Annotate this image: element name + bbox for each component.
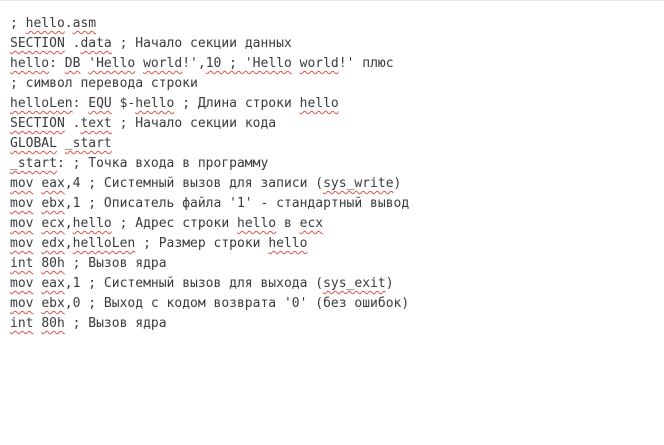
code-text: ; символ перевода строки [10, 76, 198, 91]
spellcheck-flagged-word: eax [41, 176, 65, 191]
spellcheck-flagged-word: asm [72, 16, 97, 31]
code-text: : [72, 96, 89, 111]
spellcheck-flagged-word: world [143, 56, 183, 71]
code-text: ) [393, 176, 402, 191]
code-line[interactable]: helloLen: EQU $-hello ; Длина строки hel… [10, 94, 409, 114]
spellcheck-flagged-word: data [80, 36, 112, 51]
spellcheck-flagged-word: 80h [41, 256, 65, 271]
code-text: ) [385, 276, 394, 291]
code-text: ,4 ; Системный вызов для записи ( [64, 176, 324, 191]
code-text: ; Вызов ядра [64, 256, 167, 271]
spellcheck-flagged-word: world [299, 56, 339, 71]
code-area[interactable]: ; hello.asm SECTION .data ; Начало секции… [10, 14, 409, 334]
spellcheck-flagged-word: ebx [41, 296, 65, 311]
spellcheck-flagged-word: mov [10, 236, 34, 251]
code-text: . [64, 36, 81, 51]
code-text: ; Вызов ядра [64, 316, 167, 331]
spellcheck-flagged-word: edx [41, 236, 65, 251]
code-text: ,1 ; Описатель файла '1' - стандартный в… [64, 196, 410, 211]
code-text: ; Длина строки [174, 96, 300, 111]
spellcheck-flagged-word: ebx [41, 196, 65, 211]
code-text: , [64, 236, 73, 251]
spellcheck-flagged-word: hello [299, 96, 339, 111]
spellcheck-flagged-word: int [10, 256, 34, 271]
spellcheck-flagged-word: hello [10, 56, 50, 71]
text-editor[interactable]: ; hello.asm SECTION .data ; Начало секции… [0, 0, 664, 445]
code-line[interactable]: SECTION .text ; Начало секции кода [10, 114, 409, 134]
spellcheck-flagged-word: mov [10, 296, 34, 311]
spellcheck-flagged-word: ecx [299, 216, 324, 231]
code-text: в [276, 216, 300, 231]
spellcheck-flagged-word: SECTION [10, 36, 65, 51]
spellcheck-flagged-word: text [80, 116, 112, 131]
code-text: : ; Точка входа в программу [56, 156, 269, 171]
code-line[interactable]: mov eax,4 ; Системный вызов для записи (… [10, 174, 409, 194]
code-text: . [64, 16, 73, 31]
code-line[interactable]: ; символ перевода строки [10, 74, 409, 94]
spellcheck-flagged-word: hello [268, 236, 308, 251]
spellcheck-flagged-word: mov [10, 196, 34, 211]
spellcheck-flagged-word: DB [64, 56, 81, 71]
code-text: ,0 ; Выход с кодом возврата '0' (без оши… [64, 296, 410, 311]
code-text: !', [182, 56, 206, 71]
code-line[interactable]: int 80h ; Вызов ядра [10, 254, 409, 274]
spellcheck-flagged-word: mov [10, 276, 34, 291]
code-text: $- [111, 96, 136, 111]
code-line[interactable]: int 80h ; Вызов ядра [10, 314, 409, 334]
code-text: ; Размер строки [135, 236, 269, 251]
code-line[interactable]: mov edx,helloLen ; Размер строки hello [10, 234, 409, 254]
spellcheck-flagged-word: sys_exit [323, 276, 386, 291]
code-text: : [49, 56, 65, 71]
spellcheck-flagged-word: 80h [41, 316, 65, 331]
code-text: ; Адрес строки [111, 216, 237, 231]
spellcheck-flagged-word: helloLen [10, 96, 73, 111]
code-line[interactable]: GLOBAL _start [10, 134, 409, 154]
code-text: ; [10, 16, 26, 31]
code-line[interactable]: _start: ; Точка входа в программу [10, 154, 409, 174]
code-line[interactable]: mov eax,1 ; Системный вызов для выхода (… [10, 274, 409, 294]
code-line[interactable]: mov ebx,1 ; Описатель файла '1' - станда… [10, 194, 409, 214]
code-line[interactable]: SECTION .data ; Начало секции данных [10, 34, 409, 54]
spellcheck-flagged-word: eax [41, 276, 65, 291]
code-line[interactable]: mov ecx,hello ; Адрес строки hello в ecx [10, 214, 409, 234]
spellcheck-flagged-word: mov [10, 216, 34, 231]
spellcheck-flagged-word: hello [25, 16, 65, 31]
code-text: , [64, 216, 73, 231]
code-text: . [64, 116, 81, 131]
spellcheck-flagged-word: hello [237, 216, 277, 231]
spellcheck-flagged-word: 'Hello [88, 56, 136, 71]
spellcheck-flagged-word: int [10, 316, 34, 331]
spellcheck-flagged-word: ecx [41, 216, 65, 231]
code-text: ; Начало секции кода [111, 116, 277, 131]
code-line[interactable]: hello: DB 'Hello world!',10 ; 'Hello wor… [10, 54, 409, 74]
code-text: !' плюс [338, 56, 394, 71]
code-text: ; Начало секции данных [111, 36, 292, 51]
spellcheck-flagged-word: mov [10, 176, 34, 191]
spellcheck-flagged-word: sys_write [323, 176, 394, 191]
spellcheck-flagged-word: _start [10, 156, 57, 171]
code-line[interactable]: mov ebx,0 ; Выход с кодом возврата '0' (… [10, 294, 409, 314]
spellcheck-flagged-word: hello [72, 216, 112, 231]
code-line[interactable]: ; hello.asm [10, 14, 409, 34]
spellcheck-flagged-word: helloLen [72, 236, 136, 251]
spellcheck-flagged-word: hello [135, 96, 175, 111]
spellcheck-flagged-word: _start [64, 136, 112, 151]
code-text: ,1 ; Системный вызов для выхода ( [64, 276, 324, 291]
spellcheck-flagged-word: SECTION [10, 116, 65, 131]
spellcheck-flagged-word: 10 ; 'Hello [205, 56, 292, 71]
spellcheck-flagged-word: GLOBAL [10, 136, 57, 151]
spellcheck-flagged-word: EQU [88, 96, 112, 111]
